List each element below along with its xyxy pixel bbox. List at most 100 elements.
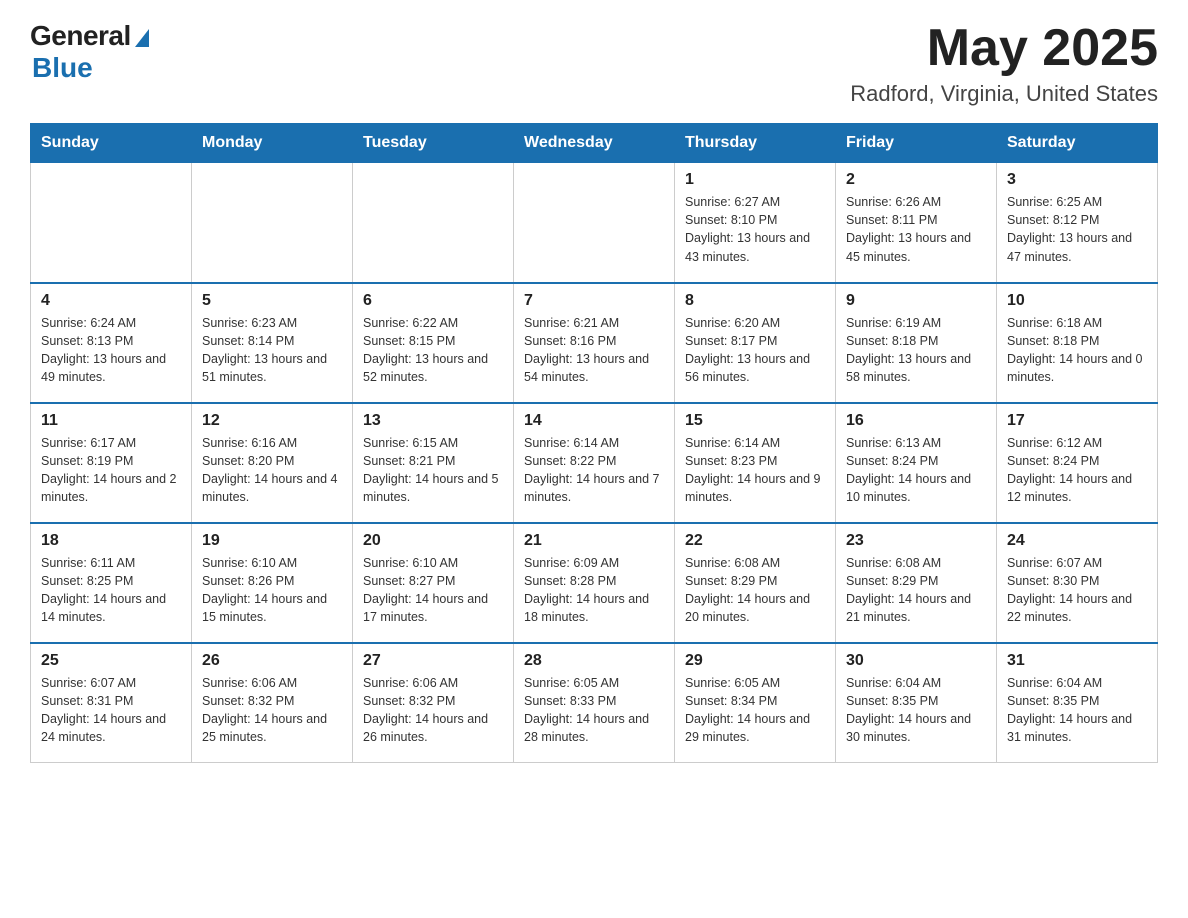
day-info: Sunrise: 6:21 AMSunset: 8:16 PMDaylight:… [524,314,664,387]
calendar-cell: 1 Sunrise: 6:27 AMSunset: 8:10 PMDaylight… [675,163,836,283]
day-info: Sunrise: 6:05 AMSunset: 8:34 PMDaylight:… [685,674,825,747]
day-number: 2 [846,171,986,189]
day-number: 18 [41,532,181,550]
day-number: 17 [1007,412,1147,430]
day-number: 15 [685,412,825,430]
day-number: 31 [1007,652,1147,670]
day-number: 23 [846,532,986,550]
logo: General Blue [30,20,149,84]
day-number: 7 [524,292,664,310]
day-info: Sunrise: 6:27 AMSunset: 8:10 PMDaylight:… [685,193,825,266]
calendar-week-row: 18Sunrise: 6:11 AMSunset: 8:25 PMDayligh… [31,523,1158,643]
calendar-cell: 28Sunrise: 6:05 AMSunset: 8:33 PMDayligh… [514,643,675,763]
calendar-cell: 13 Sunrise: 6:15 AMSunset: 8:21 PMDayligh… [353,403,514,523]
calendar-cell: 26Sunrise: 6:06 AMSunset: 8:32 PMDayligh… [192,643,353,763]
calendar-week-row: 11 Sunrise: 6:17 AMSunset: 8:19 PMDayligh… [31,403,1158,523]
day-number: 11 [41,412,181,430]
calendar-table: SundayMondayTuesdayWednesdayThursdayFrid… [30,123,1158,763]
day-number: 12 [202,412,342,430]
location-title: Radford, Virginia, United States [850,81,1158,107]
logo-general-text: General [30,20,131,52]
day-number: 25 [41,652,181,670]
logo-blue-text: Blue [32,52,93,84]
day-of-week-header: Sunday [31,124,192,163]
calendar-cell: 10 Sunrise: 6:18 AMSunset: 8:18 PMDayligh… [997,283,1158,403]
day-number: 27 [363,652,503,670]
calendar-cell: 14 Sunrise: 6:14 AMSunset: 8:22 PMDayligh… [514,403,675,523]
calendar-week-row: 4Sunrise: 6:24 AMSunset: 8:13 PMDaylight… [31,283,1158,403]
calendar-cell: 29Sunrise: 6:05 AMSunset: 8:34 PMDayligh… [675,643,836,763]
calendar-cell: 20Sunrise: 6:10 AMSunset: 8:27 PMDayligh… [353,523,514,643]
day-info: Sunrise: 6:08 AMSunset: 8:29 PMDaylight:… [846,554,986,627]
calendar-cell: 2Sunrise: 6:26 AMSunset: 8:11 PMDaylight… [836,163,997,283]
day-info: Sunrise: 6:06 AMSunset: 8:32 PMDaylight:… [202,674,342,747]
calendar-cell: 25 Sunrise: 6:07 AMSunset: 8:31 PMDayligh… [31,643,192,763]
day-number: 13 [363,412,503,430]
calendar-cell: 30 Sunrise: 6:04 AMSunset: 8:35 PMDayligh… [836,643,997,763]
day-number: 20 [363,532,503,550]
calendar-cell: 5 Sunrise: 6:23 AMSunset: 8:14 PMDaylight… [192,283,353,403]
day-info: Sunrise: 6:14 AMSunset: 8:23 PMDaylight:… [685,434,825,507]
day-info: Sunrise: 6:19 AMSunset: 8:18 PMDaylight:… [846,314,986,387]
calendar-cell: 16 Sunrise: 6:13 AMSunset: 8:24 PMDayligh… [836,403,997,523]
day-info: Sunrise: 6:06 AMSunset: 8:32 PMDaylight:… [363,674,503,747]
day-info: Sunrise: 6:10 AMSunset: 8:26 PMDaylight:… [202,554,342,627]
calendar-header-row: SundayMondayTuesdayWednesdayThursdayFrid… [31,124,1158,163]
day-number: 16 [846,412,986,430]
calendar-cell: 3 Sunrise: 6:25 AMSunset: 8:12 PMDaylight… [997,163,1158,283]
day-info: Sunrise: 6:22 AMSunset: 8:15 PMDaylight:… [363,314,503,387]
day-info: Sunrise: 6:24 AMSunset: 8:13 PMDaylight:… [41,314,181,387]
day-number: 30 [846,652,986,670]
logo-triangle-icon [135,29,149,47]
calendar-cell: 21Sunrise: 6:09 AMSunset: 8:28 PMDayligh… [514,523,675,643]
calendar-cell: 15 Sunrise: 6:14 AMSunset: 8:23 PMDayligh… [675,403,836,523]
calendar-cell: 17 Sunrise: 6:12 AMSunset: 8:24 PMDayligh… [997,403,1158,523]
calendar-cell: 7 Sunrise: 6:21 AMSunset: 8:16 PMDaylight… [514,283,675,403]
calendar-cell [192,163,353,283]
day-info: Sunrise: 6:04 AMSunset: 8:35 PMDaylight:… [846,674,986,747]
day-info: Sunrise: 6:16 AMSunset: 8:20 PMDaylight:… [202,434,342,507]
day-info: Sunrise: 6:18 AMSunset: 8:18 PMDaylight:… [1007,314,1147,387]
calendar-week-row: 1 Sunrise: 6:27 AMSunset: 8:10 PMDaylight… [31,163,1158,283]
day-info: Sunrise: 6:13 AMSunset: 8:24 PMDaylight:… [846,434,986,507]
day-info: Sunrise: 6:12 AMSunset: 8:24 PMDaylight:… [1007,434,1147,507]
day-number: 28 [524,652,664,670]
calendar-week-row: 25 Sunrise: 6:07 AMSunset: 8:31 PMDayligh… [31,643,1158,763]
day-info: Sunrise: 6:23 AMSunset: 8:14 PMDaylight:… [202,314,342,387]
calendar-cell: 23 Sunrise: 6:08 AMSunset: 8:29 PMDayligh… [836,523,997,643]
day-of-week-header: Monday [192,124,353,163]
day-number: 24 [1007,532,1147,550]
calendar-cell: 24Sunrise: 6:07 AMSunset: 8:30 PMDayligh… [997,523,1158,643]
calendar-cell: 11 Sunrise: 6:17 AMSunset: 8:19 PMDayligh… [31,403,192,523]
day-info: Sunrise: 6:15 AMSunset: 8:21 PMDaylight:… [363,434,503,507]
day-info: Sunrise: 6:14 AMSunset: 8:22 PMDaylight:… [524,434,664,507]
day-number: 10 [1007,292,1147,310]
day-of-week-header: Thursday [675,124,836,163]
day-number: 3 [1007,171,1147,189]
day-of-week-header: Wednesday [514,124,675,163]
day-info: Sunrise: 6:25 AMSunset: 8:12 PMDaylight:… [1007,193,1147,266]
calendar-cell: 4Sunrise: 6:24 AMSunset: 8:13 PMDaylight… [31,283,192,403]
calendar-cell: 18Sunrise: 6:11 AMSunset: 8:25 PMDayligh… [31,523,192,643]
month-title: May 2025 [850,20,1158,77]
day-number: 22 [685,532,825,550]
day-of-week-header: Saturday [997,124,1158,163]
day-number: 9 [846,292,986,310]
day-info: Sunrise: 6:17 AMSunset: 8:19 PMDaylight:… [41,434,181,507]
day-number: 14 [524,412,664,430]
day-info: Sunrise: 6:20 AMSunset: 8:17 PMDaylight:… [685,314,825,387]
title-section: May 2025 Radford, Virginia, United State… [850,20,1158,107]
calendar-cell: 9 Sunrise: 6:19 AMSunset: 8:18 PMDaylight… [836,283,997,403]
day-number: 1 [685,171,825,189]
day-number: 6 [363,292,503,310]
day-info: Sunrise: 6:07 AMSunset: 8:31 PMDaylight:… [41,674,181,747]
calendar-cell: 12 Sunrise: 6:16 AMSunset: 8:20 PMDayligh… [192,403,353,523]
day-number: 21 [524,532,664,550]
page-header: General Blue May 2025 Radford, Virginia,… [30,20,1158,107]
calendar-cell: 19 Sunrise: 6:10 AMSunset: 8:26 PMDayligh… [192,523,353,643]
day-info: Sunrise: 6:08 AMSunset: 8:29 PMDaylight:… [685,554,825,627]
day-number: 5 [202,292,342,310]
calendar-cell: 27 Sunrise: 6:06 AMSunset: 8:32 PMDayligh… [353,643,514,763]
day-number: 8 [685,292,825,310]
day-number: 19 [202,532,342,550]
